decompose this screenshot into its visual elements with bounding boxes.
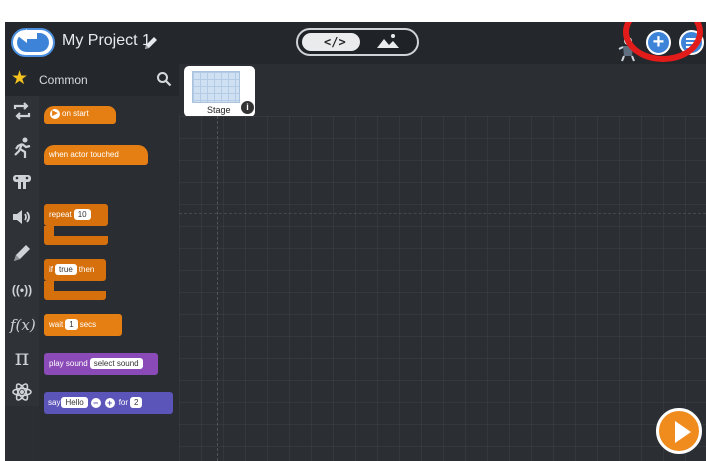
code-view-tab[interactable]: </>: [302, 33, 360, 51]
stage-preview: [192, 71, 240, 103]
back-arrow-icon: [26, 33, 37, 39]
on-start-block[interactable]: ▶ on start: [44, 106, 116, 124]
secs-label: secs: [79, 320, 97, 329]
play-sound-block[interactable]: play sound select sound: [44, 353, 158, 375]
code-icon: </>: [324, 35, 346, 49]
code-canvas[interactable]: [179, 116, 706, 461]
sound-select-field[interactable]: select sound: [89, 358, 143, 369]
stage-label: Stage: [207, 105, 231, 115]
project-title[interactable]: My Project 1: [62, 32, 151, 50]
actor-icon[interactable]: [617, 36, 639, 62]
repeat-count-field[interactable]: 10: [73, 209, 91, 220]
when-actor-touched-block[interactable]: when actor touched: [44, 145, 148, 165]
repeat-label: repeat: [49, 210, 72, 219]
play-icon: [675, 421, 691, 443]
if-then-block[interactable]: if true then: [44, 259, 106, 281]
runner-icon[interactable]: [10, 136, 34, 160]
scene-icon[interactable]: [376, 33, 400, 49]
if-block-foot: [44, 291, 106, 300]
minus-icon[interactable]: −: [90, 397, 101, 408]
say-duration-field[interactable]: 2: [130, 397, 143, 408]
play-button[interactable]: [656, 408, 702, 454]
if-condition-field[interactable]: true: [55, 264, 77, 275]
view-toggle[interactable]: </>: [296, 28, 419, 56]
info-icon[interactable]: i: [241, 101, 254, 114]
menu-button[interactable]: [679, 30, 704, 55]
repeat-icon[interactable]: [10, 100, 34, 124]
sound-icon[interactable]: [10, 207, 34, 231]
play-icon: ▶: [50, 108, 60, 119]
star-icon: ★: [11, 68, 29, 89]
when-touched-label: when actor touched: [49, 150, 119, 159]
canvas-guide-horizontal: [179, 213, 706, 214]
for-label: for: [118, 398, 129, 407]
wait-seconds-field[interactable]: 1: [65, 319, 78, 330]
wait-label: wait: [49, 320, 64, 329]
wait-block[interactable]: wait 1 secs: [44, 314, 122, 336]
block-palette: ▶ on start when actor touched repeat 10 if…: [39, 96, 179, 461]
plus-icon: +: [652, 31, 665, 53]
function-icon[interactable]: f(x): [10, 313, 36, 337]
broadcast-icon[interactable]: ((•)): [10, 278, 34, 302]
say-text-field[interactable]: Hello: [61, 397, 88, 408]
repeat-block-foot: [44, 236, 108, 245]
on-start-label: on start: [62, 109, 89, 118]
category-header[interactable]: ★ Common: [5, 64, 179, 96]
repeat-block[interactable]: repeat 10: [44, 204, 108, 226]
if-label: if: [49, 265, 53, 274]
top-bar: My Project 1 </> +: [5, 22, 706, 64]
app-window: My Project 1 </> + ★ Common ((•)) f(x) π…: [5, 22, 706, 461]
gamepad-icon[interactable]: [10, 172, 34, 196]
pencil-icon[interactable]: [142, 34, 160, 52]
stage-thumbnail[interactable]: Stage i: [184, 66, 255, 117]
canvas-guide-vertical: [217, 116, 218, 461]
say-block[interactable]: say Hello − + for 2: [44, 392, 173, 414]
search-icon[interactable]: [156, 71, 172, 87]
pi-icon[interactable]: π: [10, 347, 34, 371]
play-sound-label: play sound: [49, 359, 88, 368]
scene-strip: Stage i: [179, 64, 706, 117]
plus-icon[interactable]: +: [104, 397, 115, 408]
add-button[interactable]: +: [646, 30, 671, 55]
pen-icon[interactable]: [10, 242, 34, 266]
say-label: say: [48, 398, 61, 407]
category-sidebar: ((•)) f(x) π: [5, 96, 39, 406]
category-name: Common: [39, 73, 88, 87]
then-label: then: [78, 265, 95, 274]
atom-icon[interactable]: [10, 381, 34, 405]
